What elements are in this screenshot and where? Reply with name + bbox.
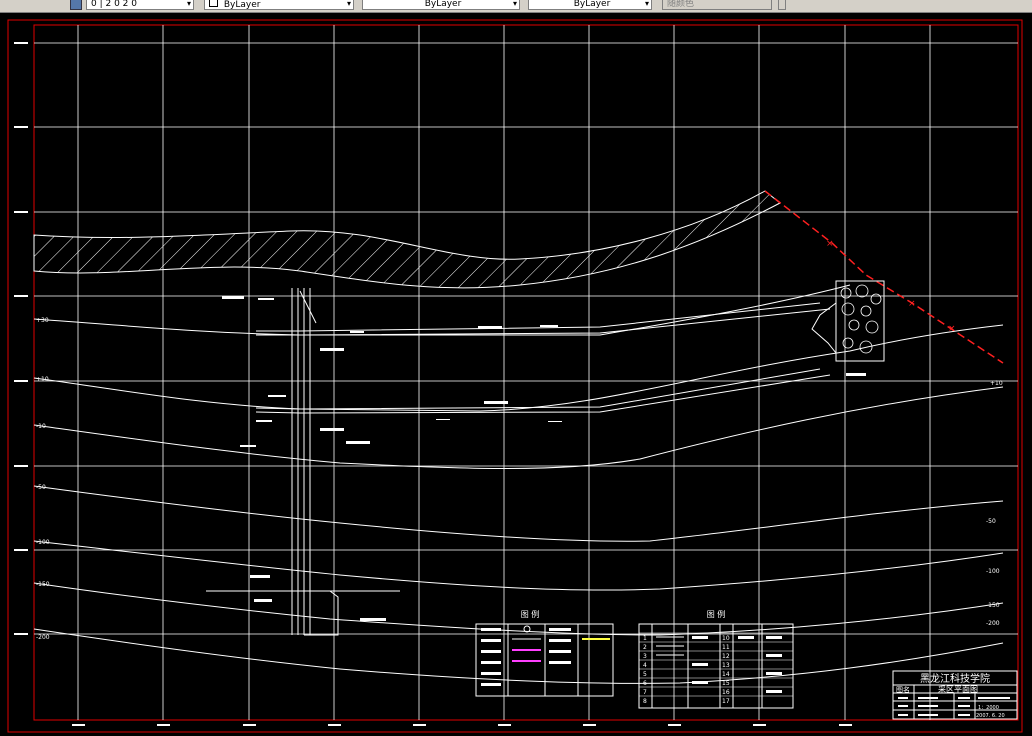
drawing-date: 2007. 6. 20	[976, 713, 1005, 719]
legend-row-number: 3	[643, 653, 647, 660]
legend-row-number: 12	[722, 653, 730, 660]
roadway-annotations	[222, 296, 866, 621]
drawing-scale: 1：2000	[978, 705, 999, 711]
linetype-value: ByLayer	[424, 0, 462, 9]
contour-label: -10	[36, 423, 46, 430]
color-value: ByLayer	[223, 0, 261, 10]
legend-row-number: 7	[643, 689, 647, 696]
legend-title: 图 例	[707, 609, 726, 619]
contour-label: -100	[36, 539, 50, 546]
contour-label: -150	[36, 581, 50, 588]
contour-label: -150	[986, 602, 1000, 609]
goaf-area	[811, 280, 885, 362]
contour-label: +10	[36, 376, 49, 383]
chevron-down-icon: ▾	[512, 0, 517, 8]
contour-labels-right: +10 -50 -100 -150 -200	[986, 380, 1003, 627]
drawing-name: 采区平面图	[938, 684, 978, 694]
svg-text:×: ×	[826, 239, 834, 249]
svg-text:×: ×	[908, 299, 916, 309]
contour-label: -100	[986, 568, 1000, 575]
legend-row-number: 11	[722, 644, 730, 651]
contour-label: +10	[990, 380, 1003, 387]
contour-label: +30	[36, 317, 49, 324]
color-dropdown[interactable]: ByLayer ▾	[204, 0, 354, 10]
plotstyle-dropdown[interactable]: 随颜色	[662, 0, 772, 10]
lineweight-value: ByLayer	[573, 0, 611, 9]
lineweight-dropdown[interactable]: ByLayer ▾	[528, 0, 652, 10]
title-block: 黑龙江科技学院 图名 采区平面图 1：2000 2007. 6. 20	[892, 670, 1018, 720]
legend-title: 图 例	[521, 609, 540, 619]
layer-dropdown[interactable]: 0 | 2 0 2 0 ▾	[86, 0, 194, 10]
legend-row-number: 10	[722, 635, 730, 642]
legend-row-number: 2	[643, 644, 647, 651]
layer-state-icon[interactable]	[70, 0, 82, 10]
contour-label: -50	[36, 484, 46, 491]
contour-labels-left: +30 +10 -10 -50 -100 -150 -200	[36, 317, 50, 641]
hatched-stratum-band	[33, 190, 781, 289]
legend-row-number: 14	[722, 671, 730, 678]
linetype-dropdown[interactable]: ByLayer ▾	[362, 0, 520, 10]
chevron-down-icon: ▾	[644, 0, 649, 8]
contour-label: -200	[36, 634, 50, 641]
legend-row-number: 17	[722, 698, 730, 705]
legend-right: 图 例 1 2 3 4 5 6 7 8 10 11 12 13 14 15 16…	[638, 609, 794, 709]
layer-value: 0 | 2 0 2 0	[91, 0, 137, 9]
chevron-down-icon: ▾	[346, 0, 351, 8]
legend-row-number: 5	[643, 671, 647, 678]
legend-row-number: 6	[643, 680, 647, 687]
chevron-down-icon: ▾	[186, 0, 191, 8]
color-swatch-icon	[209, 0, 218, 7]
properties-toolbar: 0 | 2 0 2 0 ▾ ByLayer ▾ ByLayer ▾ ByLaye…	[0, 0, 1032, 13]
legend-row-number: 4	[643, 662, 647, 669]
contour-label: -200	[986, 620, 1000, 627]
legend-row-number: 15	[722, 680, 730, 687]
institution-name: 黑龙江科技学院	[920, 672, 990, 685]
legend-row-number: 8	[643, 698, 647, 705]
legend-row-number: 1	[643, 635, 647, 642]
grid-coordinate-marks	[14, 42, 852, 726]
drawing-name-label: 图名	[896, 685, 910, 694]
legend-row-number: 13	[722, 662, 730, 669]
plotstyle-value: 随颜色	[667, 0, 695, 9]
contour-label: -50	[986, 518, 996, 525]
toolbar-grip-icon[interactable]	[778, 0, 786, 10]
legend-row-number: 16	[722, 689, 730, 696]
drawing-canvas[interactable]: × × × +30 +10 -10 -50 -100 -150 -200 +10…	[0, 13, 1032, 736]
